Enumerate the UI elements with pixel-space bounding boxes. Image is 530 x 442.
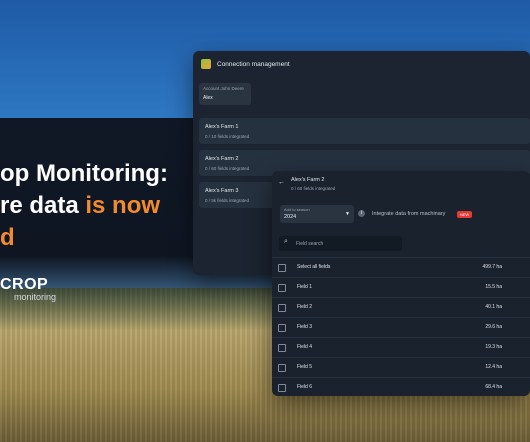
farm-status: 0 / 5k fields integrated [205,198,250,203]
farm-name: Alex's Farm 2 [205,156,239,162]
headline-line-2: re data is now [0,190,168,222]
headline: op Monitoring: re data is now d [0,158,168,254]
field-area: 68.4 ha [485,384,502,390]
farm-detail-panel: ← Alex's Farm 2 0 / 60 fields integrated… [272,171,530,396]
panel-title: Connection management [217,60,290,68]
farm-status: 0 / 10 fields integrated [205,134,250,139]
field-checkbox[interactable] [278,284,286,292]
field-row[interactable]: Field 6 68.4 ha [272,377,530,396]
arrow-left-icon[interactable]: ← [278,179,286,189]
field-area: 29.6 ha [485,324,502,330]
select-all-checkbox[interactable] [278,264,286,272]
season-label: Add to season [284,207,310,212]
field-search-placeholder: Field search [296,241,324,247]
account-label: Account John Deere [203,86,244,91]
farm-name: Alex's Farm 3 [205,188,239,194]
field-row[interactable]: Field 4 19.3 ha [272,337,530,358]
field-area: 40.1 ha [485,304,502,310]
field-name: Field 1 [297,284,313,290]
chevron-down-icon: ▼ [345,211,350,217]
field-checkbox[interactable] [278,324,286,332]
season-value: 2024 [284,214,297,220]
headline-line-2-white: re data [0,192,86,219]
select-all-value: 499.7 ha [482,264,502,270]
search-icon: ⌕ [284,238,288,245]
field-name: Field 3 [297,324,313,330]
brand-subtitle: monitoring [14,292,57,302]
account-value: Alex [203,95,213,101]
field-name: Field 5 [297,364,313,370]
farm-card[interactable]: Alex's Farm 1 0 / 10 fields integrated [199,118,530,144]
headline-line-3: d [0,224,15,251]
new-badge: NEW [457,211,473,218]
select-all-row[interactable]: Select all fields 499.7 ha [272,257,530,278]
field-search[interactable]: ⌕ Field search [279,236,402,251]
leaf-logo-icon [201,59,211,69]
field-checkbox[interactable] [278,304,286,312]
field-area: 19.3 ha [485,344,502,350]
field-name: Field 4 [297,344,313,350]
field-area: 12.4 ha [485,364,502,370]
field-row[interactable]: Field 1 15.5 ha [272,277,530,298]
info-icon[interactable]: i [358,210,365,217]
field-row[interactable]: Field 3 29.6 ha [272,317,530,338]
panel-header: Connection management [193,51,530,77]
brand-name: CROP [0,276,49,293]
season-select[interactable]: Add to season 2024 ▼ [280,205,354,223]
field-name: Field 2 [297,304,313,310]
farm-status: 0 / 60 fields integrated [205,166,250,171]
field-checkbox[interactable] [278,384,286,392]
brand-logo: CROP monitoring [0,276,56,302]
headline-line-1: op Monitoring: [0,160,168,187]
select-all-label: Select all fields [297,264,331,270]
field-name: Field 6 [297,384,313,390]
farm-detail-title: Alex's Farm 2 [291,177,325,183]
account-selector[interactable]: Account John Deere Alex [199,83,251,105]
field-row[interactable]: Field 5 12.4 ha [272,357,530,378]
field-row[interactable]: Field 2 40.1 ha [272,297,530,318]
headline-line-2-accent: is now [85,192,161,219]
integrate-label[interactable]: Integrate data from machinary [372,211,445,217]
field-checkbox[interactable] [278,364,286,372]
field-checkbox[interactable] [278,344,286,352]
farm-name: Alex's Farm 1 [205,124,239,130]
field-area: 15.5 ha [485,284,502,290]
farm-detail-subtitle: 0 / 60 fields integrated [291,186,336,191]
